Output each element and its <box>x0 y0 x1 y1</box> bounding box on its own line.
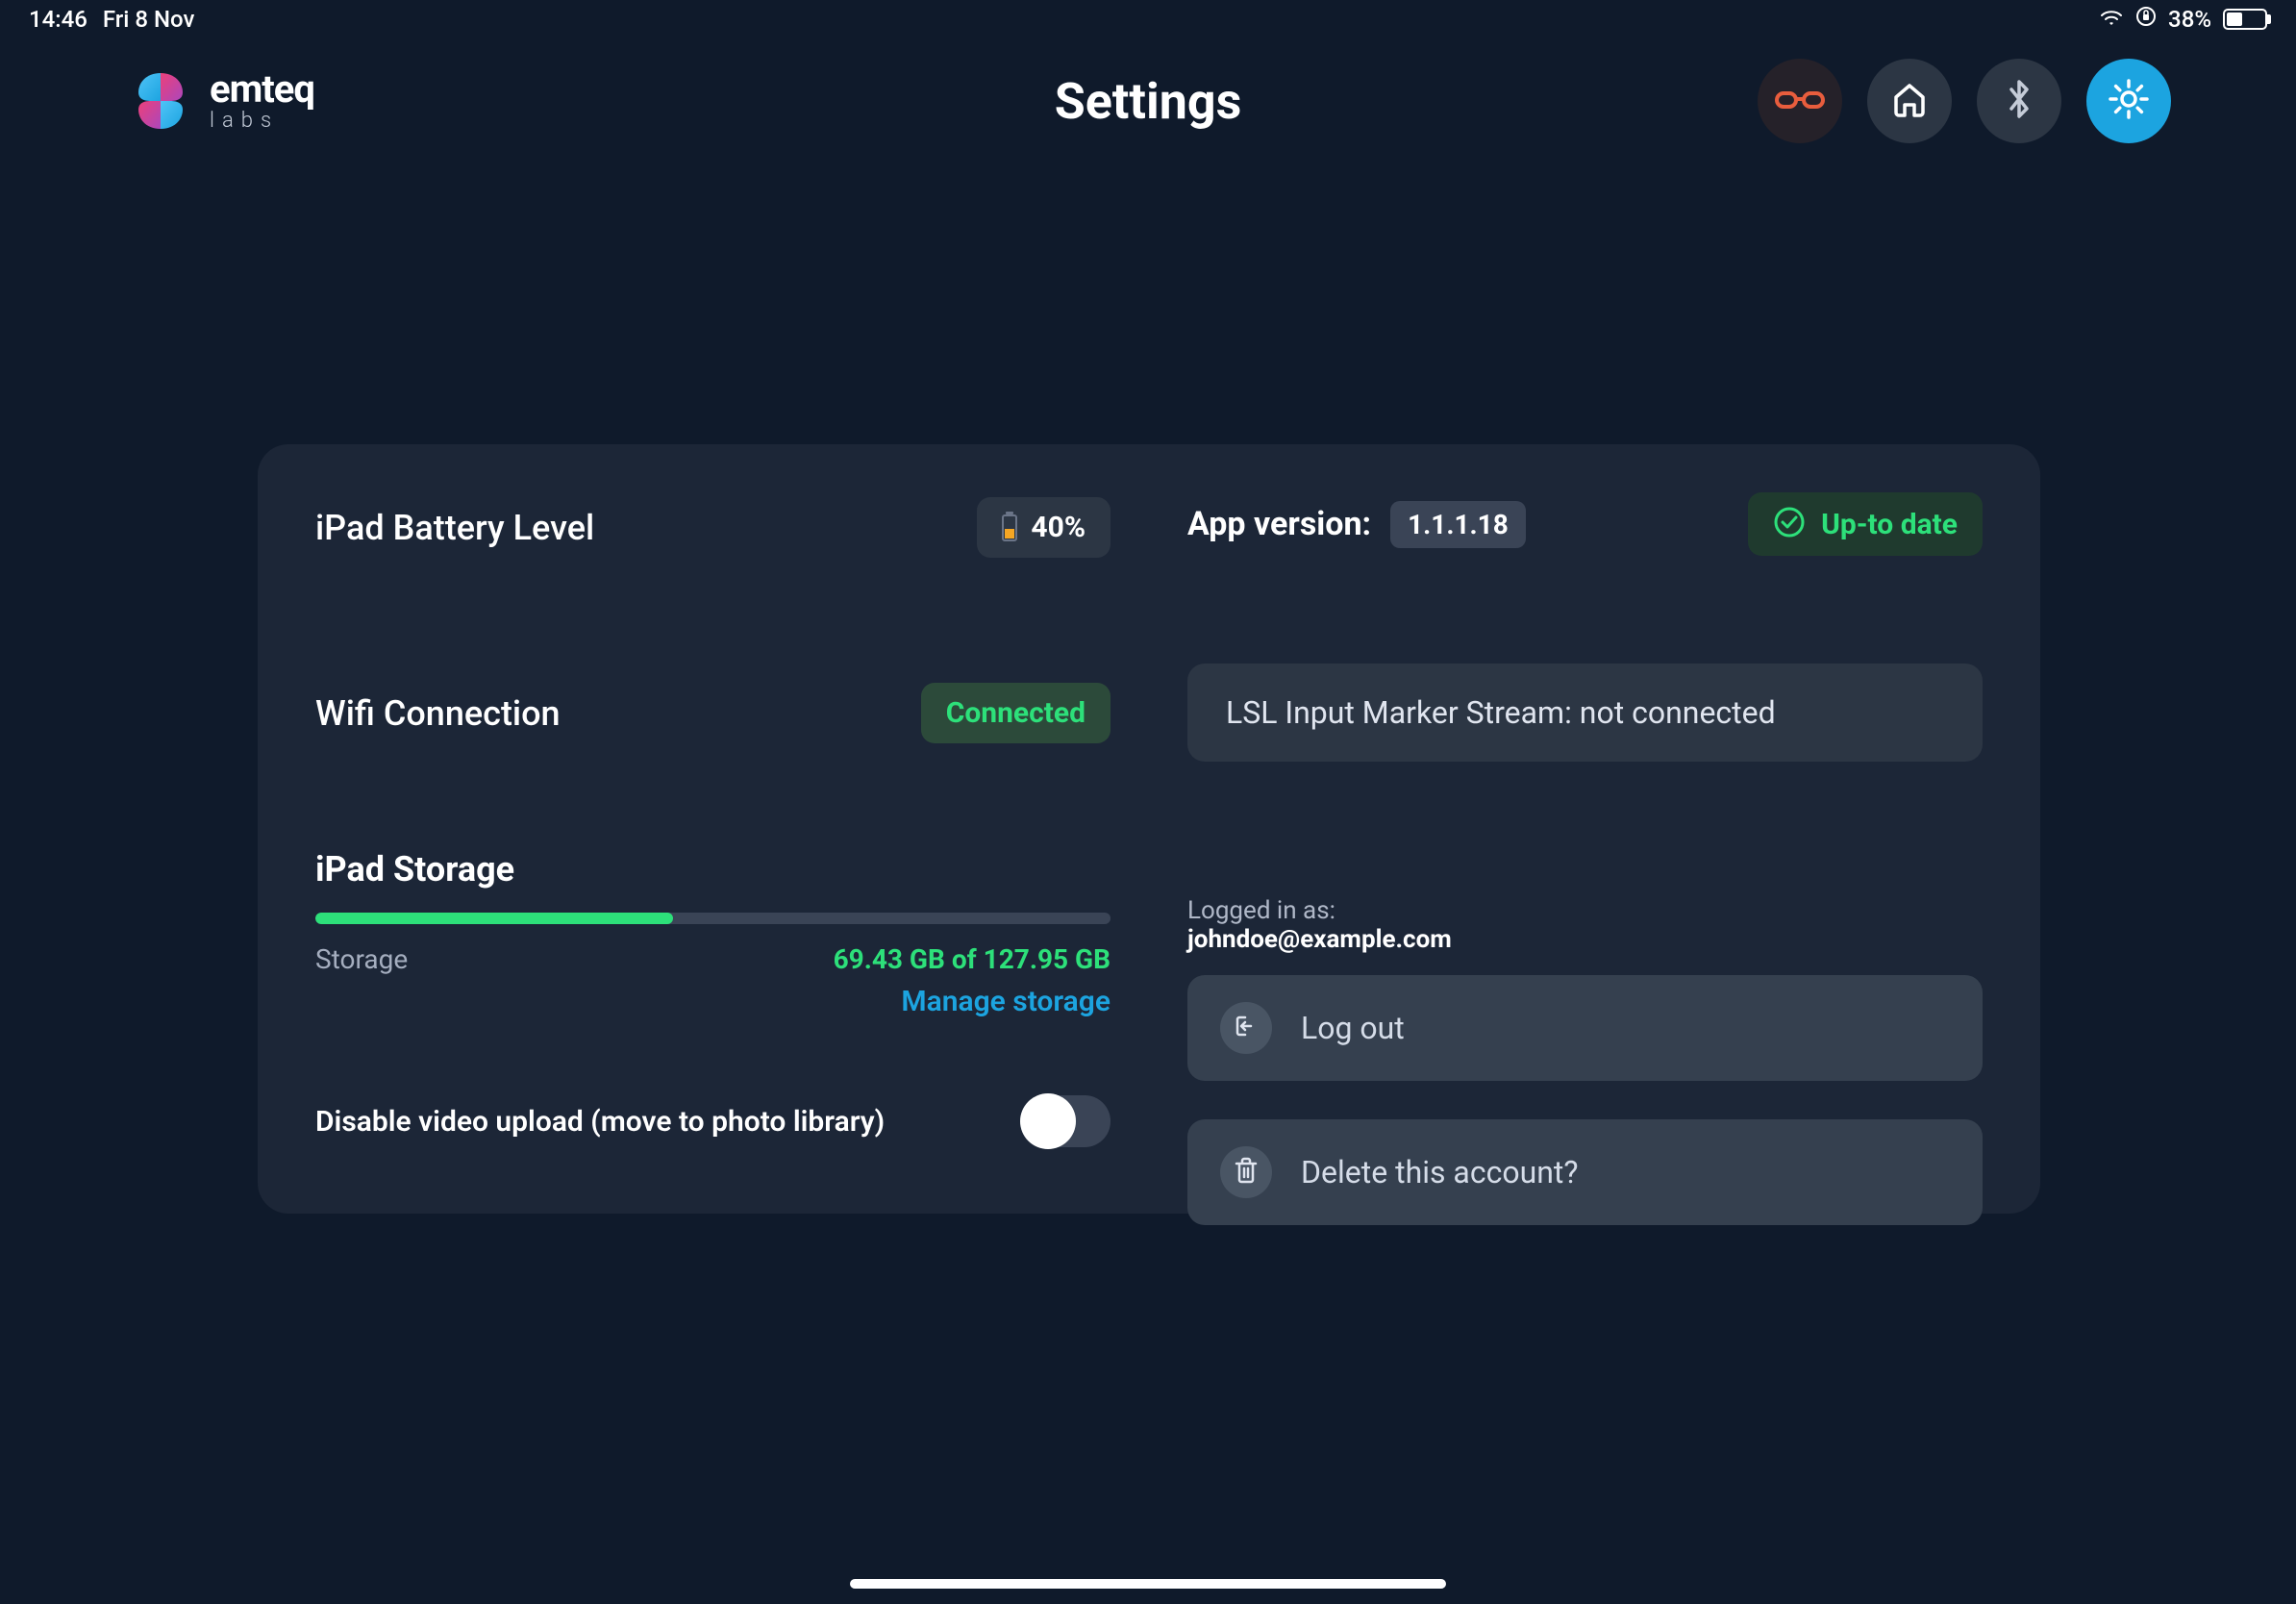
logo-text: emteq labs <box>210 70 314 132</box>
page-title: Settings <box>1055 72 1242 131</box>
battery-row: iPad Battery Level 40% <box>315 497 1111 558</box>
video-upload-toggle-row: Disable video upload (move to photo libr… <box>315 1095 1111 1147</box>
storage-progress-bar <box>315 913 1111 924</box>
storage-progress-fill <box>315 913 673 924</box>
toggle-knob <box>1020 1093 1076 1149</box>
home-indicator[interactable] <box>850 1579 1446 1589</box>
status-bar: 14:46 Fri 8 Nov 38% <box>0 0 2296 38</box>
battery-icon <box>2223 9 2267 30</box>
logout-icon-wrapper <box>1220 1002 1272 1054</box>
status-bar-right: 38% <box>2099 6 2267 33</box>
wifi-row: Wifi Connection Connected <box>315 683 1111 743</box>
glasses-button[interactable] <box>1758 59 1842 143</box>
up-to-date-text: Up-to date <box>1821 508 1958 541</box>
storage-title: iPad Storage <box>315 849 1111 890</box>
orientation-lock-icon <box>2135 6 2157 33</box>
settings-button[interactable] <box>2086 59 2171 143</box>
logout-text: Log out <box>1301 1010 1405 1046</box>
settings-left-column: iPad Battery Level 40% Wifi Connection C… <box>315 492 1111 1165</box>
delete-account-button[interactable]: Delete this account? <box>1187 1119 1983 1225</box>
login-info: Logged in as: johndoe@example.com <box>1187 896 1983 954</box>
logo-main: emteq <box>210 70 314 109</box>
wifi-status: Connected <box>946 696 1086 730</box>
gear-icon <box>2107 77 2151 125</box>
battery-mini-icon <box>1002 514 1017 541</box>
status-battery-percent: 38% <box>2168 6 2211 33</box>
app-version-label: App version: <box>1187 505 1371 543</box>
login-label: Logged in as: <box>1187 896 1983 925</box>
wifi-status-badge: Connected <box>921 683 1111 743</box>
app-version-row: App version: 1.1.1.18 Up-to date <box>1187 492 1983 556</box>
video-upload-toggle[interactable] <box>1020 1095 1111 1147</box>
trash-icon <box>1233 1156 1260 1189</box>
lsl-stream-status: LSL Input Marker Stream: not connected <box>1187 664 1983 762</box>
video-upload-label: Disable video upload (move to photo libr… <box>315 1105 885 1139</box>
home-icon <box>1888 78 1931 124</box>
nav-buttons <box>1758 59 2171 143</box>
glasses-icon <box>1773 86 1827 116</box>
storage-info-value: 69.43 GB of 127.95 GB <box>834 943 1111 975</box>
bluetooth-button[interactable] <box>1977 59 2061 143</box>
wifi-label: Wifi Connection <box>315 693 561 734</box>
wifi-icon <box>2099 6 2124 33</box>
up-to-date-badge: Up-to date <box>1748 492 1983 556</box>
storage-info: Storage 69.43 GB of 127.95 GB <box>315 943 1111 975</box>
login-email: johndoe@example.com <box>1187 925 1983 954</box>
battery-label: iPad Battery Level <box>315 508 594 548</box>
status-time: 14:46 <box>29 6 87 33</box>
battery-fill <box>2227 13 2242 26</box>
status-bar-left: 14:46 Fri 8 Nov <box>29 6 194 33</box>
check-circle-icon <box>1773 506 1806 542</box>
logout-icon <box>1232 1012 1260 1044</box>
bluetooth-icon <box>2006 78 2033 124</box>
delete-icon-wrapper <box>1220 1146 1272 1198</box>
app-version-value: 1.1.1.18 <box>1390 501 1526 548</box>
delete-account-text: Delete this account? <box>1301 1154 1578 1190</box>
storage-info-label: Storage <box>315 943 408 975</box>
battery-badge: 40% <box>977 497 1111 558</box>
logout-button[interactable]: Log out <box>1187 975 1983 1081</box>
manage-storage-link[interactable]: Manage storage <box>315 985 1111 1018</box>
battery-value: 40% <box>1031 511 1086 544</box>
lsl-stream-text: LSL Input Marker Stream: not connected <box>1226 694 1776 731</box>
app-header: emteq labs Settings <box>0 48 2296 154</box>
emteq-logo-icon <box>125 65 196 137</box>
logo: emteq labs <box>125 65 314 137</box>
home-button[interactable] <box>1867 59 1952 143</box>
settings-panel: iPad Battery Level 40% Wifi Connection C… <box>258 444 2040 1214</box>
logo-sub: labs <box>210 111 314 132</box>
status-date: Fri 8 Nov <box>103 6 194 33</box>
settings-right-column: App version: 1.1.1.18 Up-to date LSL Inp… <box>1187 492 1983 1165</box>
storage-section: iPad Storage Storage 69.43 GB of 127.95 … <box>315 849 1111 1018</box>
